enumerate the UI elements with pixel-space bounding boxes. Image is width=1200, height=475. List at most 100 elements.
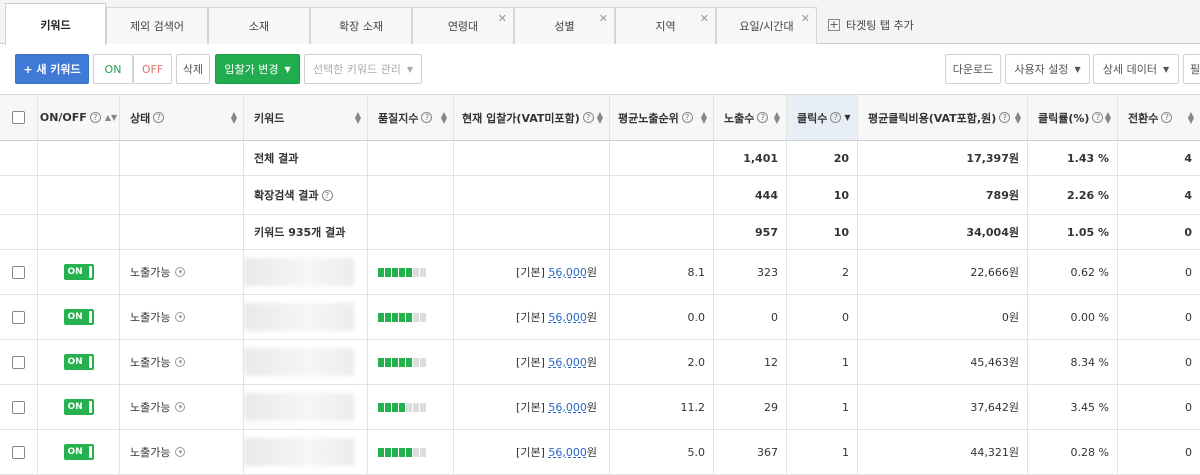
help-icon[interactable]: ? [681,112,693,123]
quality-bar-segment [399,312,405,322]
tab-extension-creative[interactable]: 확장 소재 [310,7,412,44]
user-settings-button[interactable]: 사용자 설정 ▼ [1005,54,1090,84]
download-button[interactable]: 다운로드 [945,54,1001,84]
table-row: ON 노출가능 ▾ [기본] 56,000 원 2.0 12 1 45,463원 8.34 % 0 [0,340,1200,385]
help-icon[interactable]: ? [582,112,594,123]
bid-link[interactable]: 56,000 [548,266,587,279]
close-icon[interactable]: ✕ [700,12,709,25]
new-keyword-button[interactable]: + 새 키워드 [15,54,89,84]
sort-icon: ▲▼ [1187,109,1194,125]
on-off-toggle[interactable]: ON [63,399,94,415]
row-checkbox[interactable] [12,400,25,414]
delete-button[interactable]: 삭제 [176,54,210,84]
quality-bar-segment [392,402,398,412]
tab-keyword[interactable]: 키워드 [5,3,106,45]
bid-cell: [기본] 56,000 원 [454,250,610,294]
manage-selected-keywords-button[interactable]: 선택한 키워드 관리 ▼ [304,54,422,84]
row-checkbox[interactable] [12,310,25,324]
chevron-down-icon: ▼ [284,64,291,74]
on-off-toggle[interactable]: ON [63,309,94,325]
chevron-down-icon: ▼ [1074,64,1081,74]
help-icon[interactable]: ? [1092,112,1104,123]
col-quality[interactable]: 품질지수? ▲ ▼ [368,95,454,140]
bid-link[interactable]: 56,000 [548,311,587,324]
col-conversions[interactable]: 전환수? ▲ ▼ [1118,95,1200,140]
help-icon[interactable]: ? [153,112,165,123]
close-icon[interactable]: ✕ [801,12,810,25]
detail-data-button[interactable]: 상세 데이터 ▼ [1093,54,1179,84]
quality-bar-segment [406,357,412,367]
status-cell: 노출가능 ▾ [120,385,244,429]
tab-bar: 키워드 제외 검색어 소재 확장 소재 연령대 ✕ 성별 ✕ 지역 ✕ 요일/시간대 ✕… [0,0,1200,45]
help-icon[interactable]: ? [89,112,101,123]
col-keyword[interactable]: 키워드 ▲ ▼ [244,95,368,140]
tab-excluded-search[interactable]: 제외 검색어 [106,7,208,44]
row-checkbox[interactable] [12,265,25,279]
row-checkbox[interactable] [12,355,25,369]
chevron-down-icon[interactable]: ▾ [175,447,186,457]
chevron-down-icon[interactable]: ▾ [175,312,186,322]
col-clicks[interactable]: 클릭수? ▼ [787,95,858,140]
chevron-down-icon[interactable]: ▾ [175,402,186,412]
col-status[interactable]: 상태? ▲ ▼ [120,95,244,140]
col-ctr[interactable]: 클릭률(%)? ▲ ▼ [1028,95,1118,140]
quality-bar-segment [399,402,405,412]
filter-button[interactable]: 필 [1183,54,1200,84]
bid-link[interactable]: 56,000 [548,356,587,369]
col-avg-rank[interactable]: 평균노출순위? ▲ ▼ [610,95,714,140]
tab-creative[interactable]: 소재 [208,7,310,44]
sort-icon: ▲▼ [230,109,237,125]
close-icon[interactable]: ✕ [498,12,507,25]
quality-bar-segment [378,402,384,412]
status-cell: 노출가능 ▾ [120,250,244,294]
quality-bar-segment [392,267,398,277]
off-button[interactable]: OFF [133,54,172,84]
select-all-checkbox[interactable] [12,111,25,124]
help-icon[interactable]: ? [999,112,1011,123]
quality-bar-segment [385,357,391,367]
quality-bar-segment [385,312,391,322]
help-icon[interactable]: ? [757,112,769,123]
on-off-toggle[interactable]: ON [63,264,94,280]
redacted-keyword [244,438,354,466]
col-bid[interactable]: 현재 입찰가(VAT미포함)? ▲ ▼ [454,95,610,140]
quality-bar-segment [420,402,426,412]
quality-index-bar [378,267,426,277]
col-avg-cpc[interactable]: 평균클릭비용(VAT포함,원)? ▲ ▼ [858,95,1028,140]
bid-link[interactable]: 56,000 [548,401,587,414]
on-button[interactable]: ON [93,54,133,84]
sort-icon: ▲▼ [440,109,447,125]
add-targeting-tab-button[interactable]: + 타겟팅 탭 추가 [828,17,914,33]
tab-gender[interactable]: 성별 ✕ [514,7,615,44]
quality-index-bar [378,447,426,457]
tab-region[interactable]: 지역 ✕ [615,7,716,44]
on-off-toggle[interactable]: ON [63,444,94,460]
chevron-down-icon[interactable]: ▾ [175,267,186,277]
bid-cell: [기본] 56,000 원 [454,295,610,339]
sort-icon: ▲▼ [773,109,780,125]
keyword-cell [244,385,368,429]
bid-link[interactable]: 56,000 [548,446,587,459]
help-icon[interactable]: ? [830,112,842,123]
help-icon[interactable]: ? [421,112,433,123]
quality-bar-segment [420,447,426,457]
bid-change-button[interactable]: 입찰가 변경 ▼ [215,54,300,84]
quality-bar-segment [378,447,384,457]
help-icon[interactable]: ? [1161,112,1173,123]
sort-icon: ▲▼ [1014,109,1021,125]
col-impressions[interactable]: 노출수? ▲ ▼ [714,95,787,140]
redacted-keyword [244,348,354,376]
chevron-down-icon[interactable]: ▾ [175,357,186,367]
help-icon[interactable]: ? [321,189,333,201]
quality-bar-segment [392,447,398,457]
tab-day-time[interactable]: 요일/시간대 ✕ [716,7,817,44]
tab-age[interactable]: 연령대 ✕ [412,7,514,44]
on-off-toggle[interactable]: ON [63,354,94,370]
quality-bar-segment [406,312,412,322]
col-onoff[interactable]: ON/OFF? ▲▼ [38,95,120,140]
summary-label: 확장검색 결과? [244,176,368,214]
close-icon[interactable]: ✕ [599,12,608,25]
quality-bar-segment [399,267,405,277]
row-checkbox[interactable] [12,445,25,459]
toolbar: + 새 키워드 ON OFF 삭제 입찰가 변경 ▼ 선택한 키워드 관리 ▼ 다운… [0,44,1200,94]
